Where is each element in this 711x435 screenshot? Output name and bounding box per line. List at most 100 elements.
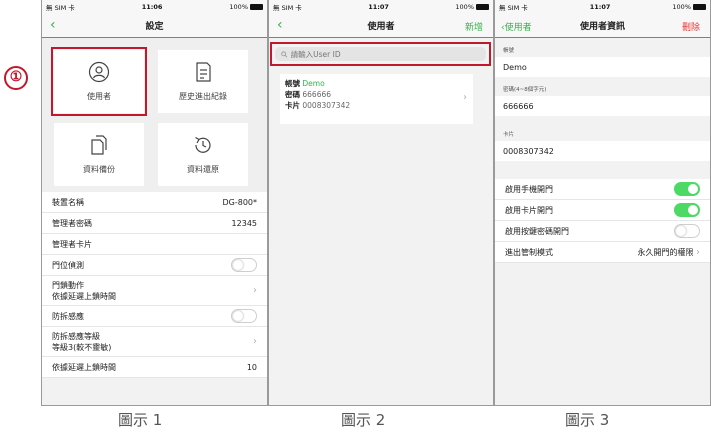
row-value: DG-800* [222, 197, 257, 207]
tile-label: 資料還原 [187, 165, 219, 174]
tile-history[interactable]: 歷史進出紀錄 [158, 50, 248, 113]
back-chevron-icon[interactable]: ‹ [50, 17, 56, 33]
page-title: 使用者 [367, 22, 395, 32]
battery-indicator: 100% [455, 3, 489, 11]
row-lock-delay[interactable]: 依據延遲上鎖時間 10 [42, 357, 267, 378]
row-label: 門位偵測 [52, 260, 84, 270]
history-log-icon [196, 62, 211, 82]
row-admin-card[interactable]: 管理者卡片 [42, 234, 267, 255]
account-field[interactable]: Demo [495, 57, 710, 77]
row-label: 防拆感應 [52, 311, 84, 321]
settings-list: 裝置名稱 DG-800* 管理者密碼 12345 管理者卡片 門位偵測 門鎖動作… [42, 192, 267, 378]
row-keypad-unlock: 啟用按鍵密碼開門 [495, 221, 710, 242]
tile-label: 歷史進出紀錄 [179, 92, 227, 101]
row-label: 防拆感應等級 [52, 331, 100, 341]
tile-restore[interactable]: 資料還原 [158, 123, 248, 186]
password-field[interactable]: 666666 [495, 96, 710, 116]
nav-bar: ‹ 設定 [42, 14, 267, 38]
row-label: 啟用手機開門 [505, 184, 553, 194]
battery-indicator: 100% [672, 3, 706, 11]
chevron-right-icon: › [253, 285, 257, 296]
account-label: 帳號 [285, 79, 300, 88]
clock: 11:06 [141, 3, 163, 11]
step-marker: ① [4, 66, 28, 90]
search-icon [281, 50, 288, 57]
row-label: 進出管制模式 [505, 247, 553, 257]
field-label-password: 密碼(4~8個字元) [495, 77, 710, 96]
battery-percent: 100% [672, 3, 691, 11]
card-unlock-toggle[interactable] [674, 203, 700, 217]
add-button[interactable]: 新增 [465, 20, 483, 33]
row-lock-action[interactable]: 門鎖動作 依據延遲上鎖時間 › [42, 276, 267, 306]
row-tamper-level[interactable]: 防拆感應等級 等級3(較不靈敏) › [42, 327, 267, 357]
row-value: 永久開門的權限 [637, 247, 694, 257]
keypad-unlock-toggle[interactable] [674, 224, 700, 238]
row-admin-password[interactable]: 管理者密碼 12345 [42, 213, 267, 234]
permission-list: 啟用手機開門 啟用卡片開門 啟用按鍵密碼開門 進出管制模式 永久開門的權限 › [495, 179, 710, 263]
row-sublabel: 依據延遲上鎖時間 [52, 291, 116, 301]
carrier-label: 無 SIM 卡 [46, 4, 75, 12]
user-icon [88, 61, 110, 83]
row-door-sensor: 門位偵測 [42, 255, 267, 276]
figure-stage: ① b. 無 SIM 卡 11:06 100% ‹ 設定 使用者 [0, 0, 711, 435]
tamper-toggle[interactable] [231, 309, 257, 323]
clock: 11:07 [368, 3, 389, 11]
nav-bar: ‹ 使用者 新增 [269, 14, 493, 38]
status-bar: 無 SIM 卡 11:07 100% [495, 0, 710, 14]
status-bar: 無 SIM 卡 11:07 100% [269, 0, 493, 14]
row-label: 裝置名稱 [52, 197, 84, 207]
row-value: 12345 [231, 218, 257, 228]
password-label: 密碼 [285, 90, 300, 99]
screen-settings: 無 SIM 卡 11:06 100% ‹ 設定 使用者 歷史進出紀錄 資料備份 … [41, 0, 268, 406]
battery-indicator: 100% [229, 3, 263, 11]
clock: 11:07 [589, 3, 611, 11]
tile-grid: 使用者 歷史進出紀錄 資料備份 資料還原 [42, 38, 267, 192]
card-value: 0008307342 [302, 101, 351, 110]
row-label: 門鎖動作 [52, 280, 84, 290]
row-card-unlock: 啟用卡片開門 [495, 200, 710, 221]
row-label-multi: 防拆感應等級 等級3(較不靈敏) [52, 331, 111, 353]
row-sublabel: 等級3(較不靈敏) [52, 342, 112, 352]
delete-button[interactable]: 刪除 [682, 20, 700, 33]
door-sensor-toggle[interactable] [231, 258, 257, 272]
backup-files-icon [91, 135, 107, 155]
row-value: 10 [246, 362, 257, 372]
back-chevron-icon[interactable]: ‹ [277, 17, 283, 33]
row-value-group: 永久開門的權限 › [637, 247, 700, 258]
user-list-item[interactable]: 帳號 Demo 密碼 666666 卡片 0008307342 › [280, 74, 473, 124]
row-device-name[interactable]: 裝置名稱 DG-800* [42, 192, 267, 213]
carrier-label: 無 SIM 卡 [273, 4, 302, 12]
back-button[interactable]: ‹使用者 [501, 20, 532, 33]
row-access-mode[interactable]: 進出管制模式 永久開門的權限 › [495, 242, 710, 263]
caption-figure-2: 圖示 2 [341, 411, 386, 429]
account-value: Demo [302, 79, 325, 88]
row-phone-unlock: 啟用手機開門 [495, 179, 710, 200]
row-label: 依據延遲上鎖時間 [52, 362, 116, 372]
battery-percent: 100% [455, 3, 474, 11]
chevron-right-icon: › [463, 92, 467, 103]
tile-backup[interactable]: 資料備份 [54, 123, 144, 186]
row-tamper: 防拆感應 [42, 306, 267, 327]
battery-icon [693, 4, 706, 10]
field-label-card: 卡片 [495, 116, 710, 141]
battery-percent: 100% [229, 3, 248, 11]
phone-unlock-toggle[interactable] [674, 182, 700, 196]
battery-icon [476, 4, 489, 10]
chevron-right-icon: › [696, 246, 700, 258]
section-gap [495, 161, 710, 179]
password-value: 666666 [302, 90, 332, 99]
tile-users[interactable]: 使用者 [51, 47, 147, 116]
tile-label: 資料備份 [83, 165, 115, 174]
card-field[interactable]: 0008307342 [495, 141, 710, 161]
row-label-multi: 門鎖動作 依據延遲上鎖時間 [52, 280, 116, 302]
search-input[interactable] [290, 49, 480, 59]
row-label: 管理者卡片 [52, 239, 92, 249]
page-title: 使用者資訊 [579, 22, 625, 32]
screen-user-info: 無 SIM 卡 11:07 100% ‹使用者 使用者資訊 刪除 帳號 Demo… [494, 0, 711, 406]
tile-label: 使用者 [87, 92, 111, 101]
row-label: 啟用卡片開門 [505, 205, 553, 215]
back-label: 使用者 [504, 23, 532, 33]
battery-icon [250, 4, 263, 10]
row-label: 啟用按鍵密碼開門 [505, 226, 569, 236]
search-highlight [270, 42, 491, 66]
